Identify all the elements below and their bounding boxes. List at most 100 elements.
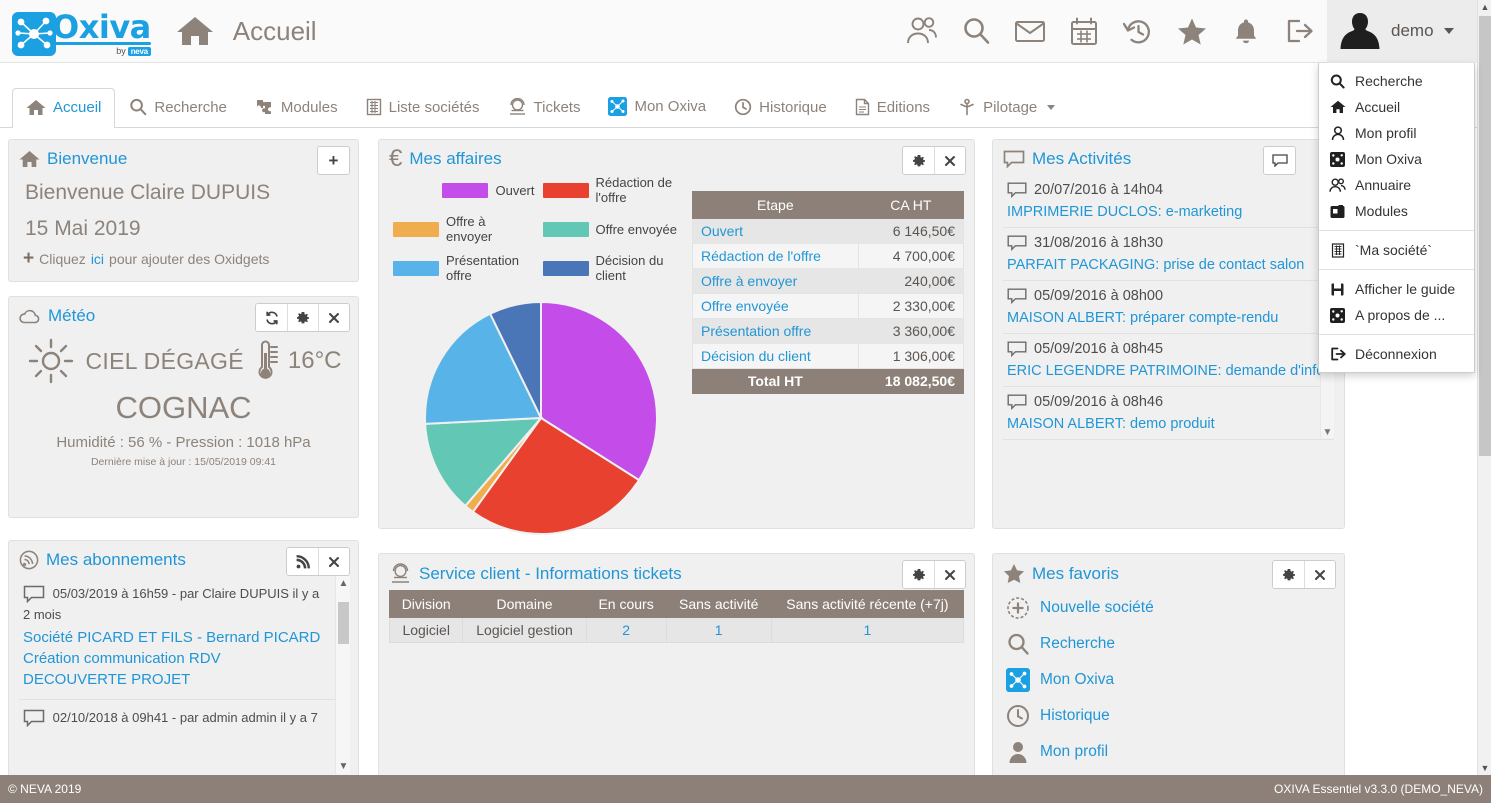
- close-button[interactable]: [934, 561, 965, 588]
- menu-item-afficher-guide[interactable]: Afficher le guide: [1319, 276, 1474, 302]
- mail-icon[interactable]: [1003, 0, 1057, 63]
- scroll-down-icon[interactable]: ▼: [1323, 427, 1333, 438]
- refresh-button[interactable]: [256, 304, 287, 331]
- table-row[interactable]: Décision du client 1 306,00€: [692, 343, 965, 369]
- page-scrollbar[interactable]: ▲ ▼: [1477, 0, 1491, 775]
- star-icon[interactable]: [1165, 0, 1219, 63]
- table-row[interactable]: Rédaction de l'offre 4 700,00€: [692, 243, 965, 269]
- cell-etape[interactable]: Décision du client: [692, 343, 859, 369]
- activite-link[interactable]: ERIC LEGENDRE PATRIMOINE: demande d'info: [1007, 363, 1328, 379]
- menu-item-a-propos[interactable]: A propos de ...: [1319, 302, 1474, 328]
- close-button[interactable]: [1304, 561, 1335, 588]
- list-item[interactable]: 20/07/2016 à 14h04 IMPRIMERIE DUCLOS: e-…: [1003, 175, 1334, 228]
- search-icon[interactable]: [949, 0, 1003, 63]
- activite-link[interactable]: MAISON ALBERT: demo produit: [1007, 416, 1328, 432]
- favorite-item-nouvelle-societe[interactable]: Nouvelle société: [1003, 590, 1334, 626]
- cell-etape[interactable]: Rédaction de l'offre: [692, 243, 859, 269]
- abonnement-meta-text: 02/10/2018 à 09h41 - par admin admin il …: [52, 710, 318, 725]
- home-icon[interactable]: [175, 14, 215, 48]
- tab-editions[interactable]: Editions: [841, 87, 944, 127]
- cell-etape[interactable]: Ouvert: [692, 218, 859, 244]
- scroll-down-icon[interactable]: ▼: [1478, 761, 1491, 775]
- favorite-label: Recherche: [1040, 635, 1115, 652]
- list-item[interactable]: 02/10/2018 à 09h41 - par admin admin il …: [19, 700, 348, 737]
- cell-sans-activite[interactable]: 1: [665, 617, 772, 643]
- settings-button[interactable]: [287, 304, 318, 331]
- history-icon[interactable]: [1111, 0, 1165, 63]
- scroll-up-icon[interactable]: ▲: [336, 578, 350, 589]
- scroll-up-icon[interactable]: ▲: [1478, 0, 1491, 14]
- close-button[interactable]: [934, 147, 965, 174]
- favorite-item-historique[interactable]: Historique: [1003, 698, 1334, 734]
- oxidget-link[interactable]: ici: [91, 251, 104, 267]
- widget-body: Nouvelle société Recherche Mon Oxiva His…: [993, 590, 1344, 780]
- user-menu-button[interactable]: demo: [1327, 0, 1477, 63]
- comment-button[interactable]: [1264, 147, 1295, 174]
- settings-button[interactable]: [903, 561, 934, 588]
- scrollbar-thumb[interactable]: [338, 602, 349, 644]
- list-item[interactable]: 31/08/2016 à 18h30 PARFAIT PACKAGING: pr…: [1003, 228, 1334, 281]
- table-row[interactable]: Offre à envoyer 240,00€: [692, 268, 965, 294]
- legend-item[interactable]: Décision du client: [542, 253, 693, 283]
- list-item[interactable]: 05/03/2019 à 16h59 - par Claire DUPUIS i…: [19, 576, 348, 700]
- activites-list[interactable]: 20/07/2016 à 14h04 IMPRIMERIE DUCLOS: e-…: [1001, 175, 1336, 440]
- close-button[interactable]: [318, 304, 349, 331]
- list-item[interactable]: 05/09/2016 à 08h46 MAISON ALBERT: demo p…: [1003, 387, 1334, 440]
- legend-item[interactable]: Présentation offre: [393, 253, 543, 283]
- favorite-item-recherche[interactable]: Recherche: [1003, 626, 1334, 662]
- abonnement-link[interactable]: Société PICARD ET FILS - Bernard PICARD …: [23, 627, 328, 690]
- cell-etape[interactable]: Offre à envoyer: [692, 268, 859, 294]
- table-row[interactable]: Ouvert 6 146,50€: [692, 218, 965, 244]
- calendar-icon[interactable]: [1057, 0, 1111, 63]
- legend-item[interactable]: Offre à envoyer: [393, 214, 543, 244]
- cell-etape[interactable]: Présentation offre: [692, 318, 859, 344]
- tab-pilotage[interactable]: Pilotage: [944, 87, 1069, 127]
- menu-item-accueil[interactable]: Accueil: [1319, 94, 1474, 120]
- users-icon[interactable]: [895, 0, 949, 63]
- add-oxidget-button[interactable]: +: [318, 147, 349, 174]
- menu-item-mon-profil[interactable]: Mon profil: [1319, 120, 1474, 146]
- activite-link[interactable]: IMPRIMERIE DUCLOS: e-marketing: [1007, 204, 1328, 220]
- tab-modules[interactable]: Modules: [241, 87, 352, 127]
- rss-button[interactable]: [287, 548, 318, 575]
- close-button[interactable]: [318, 548, 349, 575]
- list-item[interactable]: 05/09/2016 à 08h00 MAISON ALBERT: prépar…: [1003, 281, 1334, 334]
- legend-item[interactable]: Offre envoyée: [542, 214, 693, 244]
- scroll-down-icon[interactable]: ▼: [336, 761, 350, 772]
- table-row[interactable]: Offre envoyée 2 330,00€: [692, 293, 965, 319]
- legend-item[interactable]: Rédaction de l'offre: [542, 175, 693, 205]
- cell-etape[interactable]: Offre envoyée: [692, 293, 859, 319]
- menu-item-deconnexion[interactable]: Déconnexion: [1319, 341, 1474, 367]
- tab-liste-societes[interactable]: Liste sociétés: [352, 87, 494, 127]
- logo[interactable]: Oxiva by neva: [12, 6, 151, 56]
- bell-icon[interactable]: [1219, 0, 1273, 63]
- tab-accueil[interactable]: Accueil: [12, 88, 116, 128]
- cell-sans-activite-recente[interactable]: 1: [770, 617, 965, 643]
- cell-en-cours[interactable]: 2: [585, 617, 667, 643]
- activite-link[interactable]: MAISON ALBERT: préparer compte-rendu: [1007, 310, 1328, 326]
- legend-item[interactable]: Ouvert: [393, 175, 543, 205]
- settings-button[interactable]: [903, 147, 934, 174]
- scrollbar-thumb[interactable]: [1479, 16, 1491, 456]
- menu-item-modules[interactable]: Modules: [1319, 198, 1474, 224]
- menu-item-ma-societe[interactable]: `Ma société`: [1319, 237, 1474, 263]
- tab-historique[interactable]: Historique: [720, 87, 841, 127]
- abonnement-meta: 02/10/2018 à 09h41 - par admin admin il …: [23, 707, 328, 728]
- favorite-item-mon-oxiva[interactable]: Mon Oxiva: [1003, 662, 1334, 698]
- menu-item-annuaire[interactable]: Annuaire: [1319, 172, 1474, 198]
- menu-item-mon-oxiva[interactable]: Mon Oxiva: [1319, 146, 1474, 172]
- scrollbar[interactable]: ▲ ▼: [335, 576, 350, 774]
- tab-recherche[interactable]: Recherche: [115, 87, 241, 127]
- list-item[interactable]: 05/09/2016 à 08h45 ERIC LEGENDRE PATRIMO…: [1003, 334, 1334, 387]
- abonnements-list[interactable]: 05/03/2019 à 16h59 - par Claire DUPUIS i…: [17, 576, 350, 774]
- tab-tickets[interactable]: Tickets: [494, 87, 595, 127]
- settings-button[interactable]: [1273, 561, 1304, 588]
- activite-link[interactable]: PARFAIT PACKAGING: prise de contact salo…: [1007, 257, 1328, 273]
- tab-mon-oxiva[interactable]: Mon Oxiva: [594, 86, 720, 127]
- favorite-item-mon-profil[interactable]: Mon profil: [1003, 734, 1334, 770]
- logout-icon[interactable]: [1273, 0, 1327, 63]
- pie-chart[interactable]: [389, 300, 692, 536]
- menu-item-recherche[interactable]: Recherche: [1319, 68, 1474, 94]
- table-row[interactable]: Logiciel Logiciel gestion 2 1 1: [388, 617, 965, 643]
- table-row[interactable]: Présentation offre 3 360,00€: [692, 318, 965, 344]
